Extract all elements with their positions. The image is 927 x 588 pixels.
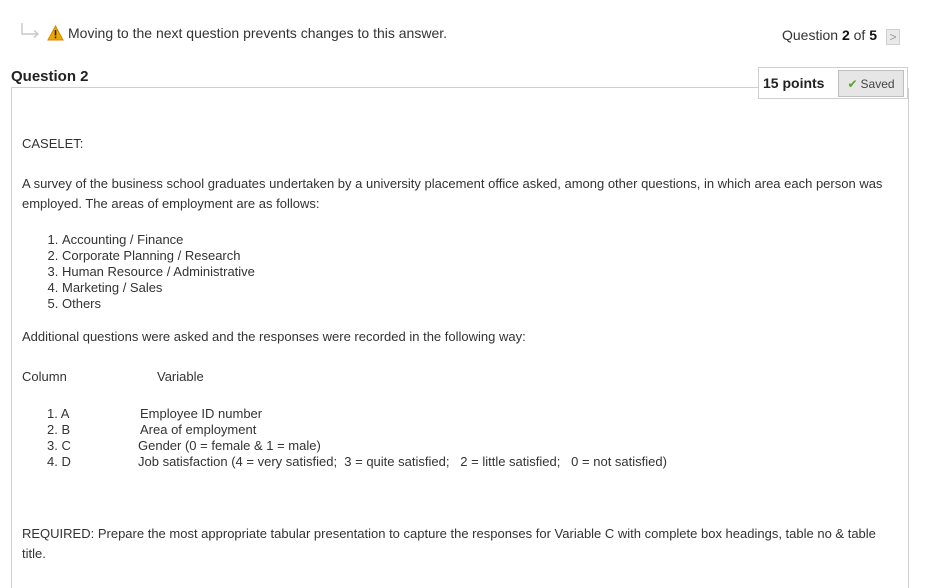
table-row-variable: Job satisfaction (4 = very satisfied; 3 …: [138, 454, 667, 469]
table-row-variable: Employee ID number: [140, 406, 263, 421]
question-current: 2: [841, 27, 850, 43]
variable-header: Variable: [157, 369, 204, 384]
table-row-variable: Area of employment: [140, 422, 257, 437]
arrow-right-icon: [21, 23, 40, 39]
additional-paragraph: Additional questions were asked and the …: [22, 329, 526, 344]
question-counter-of: of: [849, 27, 870, 43]
employment-areas-list: Accounting / Finance Corporate Planning …: [22, 232, 255, 312]
list-item: Human Resource / Administrative: [62, 264, 255, 280]
list-item: Accounting / Finance: [62, 232, 255, 248]
question-heading: Question 2: [11, 68, 89, 85]
table-row-column: 1. A: [47, 406, 70, 421]
warning-icon: [47, 25, 64, 41]
warning-message: Moving to the next question prevents cha…: [68, 25, 448, 41]
caselet-label: CASELET:: [22, 136, 84, 151]
table-row-column: 3. C: [47, 438, 71, 453]
table-row-column: 2. B: [47, 422, 71, 437]
question-total: 5: [869, 27, 877, 43]
table-row-variable: Gender (0 = female & 1 = male): [138, 438, 321, 453]
next-question-button[interactable]: >: [886, 29, 900, 45]
required-paragraph: REQUIRED: Prepare the most appropriate t…: [22, 526, 876, 561]
question-counter: Question 2 of 5: [782, 27, 877, 43]
intro-paragraph: A survey of the business school graduate…: [22, 176, 883, 211]
question-counter-prefix: Question: [782, 27, 842, 43]
list-item: Others: [62, 296, 255, 312]
column-header: Column: [22, 369, 67, 384]
table-row-column: 4. D: [47, 454, 71, 469]
list-item: Corporate Planning / Research: [62, 248, 255, 264]
list-item: Marketing / Sales: [62, 280, 255, 296]
